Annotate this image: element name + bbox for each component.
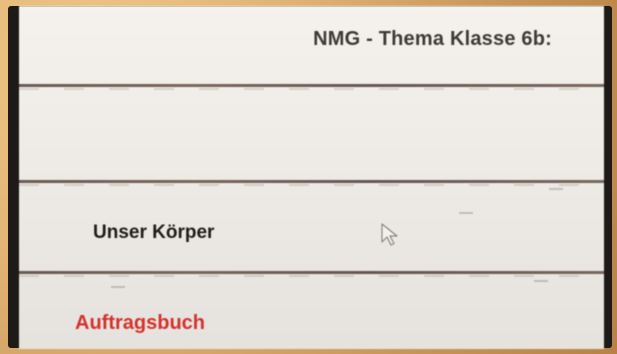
topic-label-unser-koerper[interactable]: Unser Körper xyxy=(93,222,214,244)
wood-grain-mark xyxy=(534,280,548,282)
app-screen: NMG - Thema Klasse 6b: Unser Körper Auft… xyxy=(19,6,604,349)
auftragsbuch-link[interactable]: Auftragsbuch xyxy=(75,312,205,335)
wood-grain-mark xyxy=(549,188,563,190)
divider-line xyxy=(19,180,604,186)
wood-grain-mark xyxy=(111,286,125,288)
page-title: NMG - Thema Klasse 6b: xyxy=(313,28,552,50)
divider-line xyxy=(19,84,604,90)
mouse-pointer-icon xyxy=(381,223,398,246)
wood-grain-mark xyxy=(459,212,473,214)
divider-line xyxy=(19,271,604,277)
